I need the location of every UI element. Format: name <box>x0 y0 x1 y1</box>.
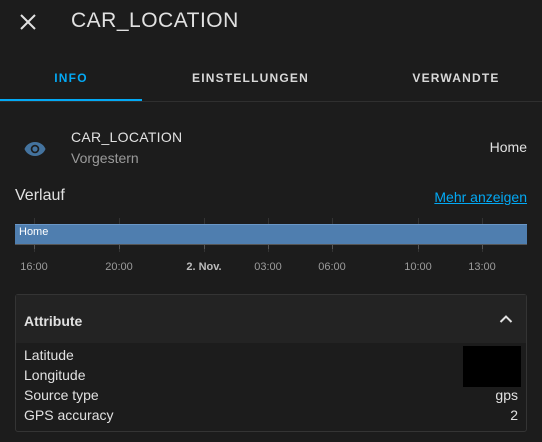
timeline-tick-label: 20:00 <box>105 261 133 273</box>
tab-bar: INFO EINSTELLUNGEN VERWANDTE <box>0 54 542 102</box>
active-tab-indicator <box>0 99 142 101</box>
timeline-tick <box>482 244 483 249</box>
history-timeline: Home 16:00 20:00 2. Nov. 03:00 06:00 10:… <box>15 218 527 280</box>
attribute-row-latitude: Latitude <box>24 347 518 367</box>
attribute-row-longitude: Longitude <box>24 367 518 387</box>
timeline-tick-label: 13:00 <box>468 261 496 273</box>
attributes-title: Attribute <box>24 313 83 329</box>
attribute-key: Source type <box>24 387 99 403</box>
attribute-key: Longitude <box>24 367 86 383</box>
timeline-tick <box>204 244 205 249</box>
close-icon <box>20 14 36 30</box>
attributes-panel: Attribute Latitude Longitude Source type… <box>15 294 527 432</box>
timeline-tick-label: 2. Nov. <box>186 261 222 273</box>
timeline-tick <box>119 244 120 249</box>
redacted-coordinates <box>463 346 521 387</box>
timeline-tick-label: 03:00 <box>254 261 282 273</box>
timeline-tick <box>418 244 419 249</box>
attribute-key: Latitude <box>24 347 74 363</box>
tab-related[interactable]: VERWANDTE <box>370 54 542 101</box>
timeline-tick-label: 06:00 <box>318 261 346 273</box>
entity-name: CAR_LOCATION <box>71 129 183 145</box>
close-button[interactable] <box>14 8 42 36</box>
tab-settings[interactable]: EINSTELLUNGEN <box>142 54 359 101</box>
show-more-link[interactable]: Mehr anzeigen <box>434 189 527 205</box>
attribute-key: GPS accuracy <box>24 407 114 423</box>
timeline-axis <box>15 244 527 245</box>
history-title: Verlauf <box>15 187 65 204</box>
timeline-tick-label: 10:00 <box>404 261 432 273</box>
dialog-header: CAR_LOCATION <box>0 0 542 44</box>
timeline-bar-label: Home <box>19 226 49 238</box>
attribute-row-source-type: Source type gps <box>24 387 518 407</box>
timeline-state-bar[interactable] <box>15 224 527 244</box>
timeline-tick <box>34 244 35 249</box>
entity-last-changed: Vorgestern <box>71 150 139 166</box>
timeline-tick <box>268 244 269 249</box>
entity-state: Home <box>489 139 527 155</box>
timeline-tick <box>332 244 333 249</box>
eye-icon <box>20 134 50 164</box>
dialog-title: CAR_LOCATION <box>71 9 239 32</box>
tab-info[interactable]: INFO <box>0 54 142 101</box>
attribute-value: gps <box>495 387 518 403</box>
attribute-row-gps-accuracy: GPS accuracy 2 <box>24 407 518 427</box>
attributes-toggle[interactable]: Attribute <box>16 295 526 343</box>
chevron-up-icon <box>496 309 516 329</box>
timeline-tick-label: 16:00 <box>20 261 48 273</box>
entity-row: CAR_LOCATION Vorgestern Home <box>0 120 542 176</box>
attribute-value: 2 <box>510 407 518 423</box>
